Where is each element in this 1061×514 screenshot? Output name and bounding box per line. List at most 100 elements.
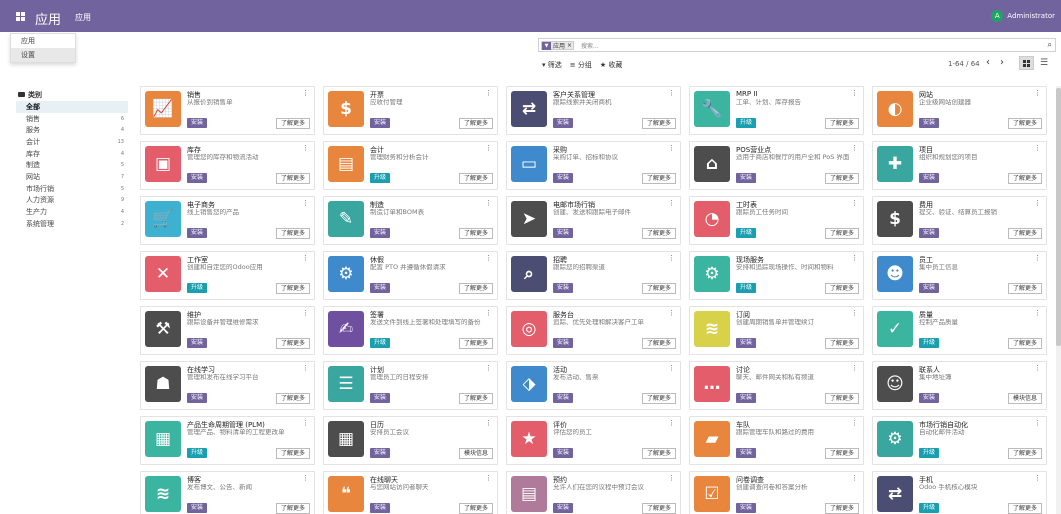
install-button[interactable]: 安装: [187, 503, 208, 513]
card-menu-icon[interactable]: ⋮: [851, 309, 858, 317]
upgrade-button[interactable]: 升级: [370, 338, 391, 348]
card-menu-icon[interactable]: ⋮: [1034, 419, 1041, 427]
menu-apps[interactable]: 应用: [75, 12, 91, 23]
learn-more-button[interactable]: 了解更多: [458, 173, 493, 184]
learn-more-button[interactable]: 了解更多: [275, 173, 310, 184]
app-card[interactable]: ▦ 产品生命周期管理 (PLM) 管理产品、物料清单的工程更改单 升级 了解更多 ⋮: [140, 416, 315, 465]
learn-more-button[interactable]: 了解更多: [275, 338, 310, 349]
learn-more-button[interactable]: 了解更多: [1007, 503, 1042, 514]
learn-more-button[interactable]: 了解更多: [458, 393, 493, 404]
app-card[interactable]: ☰ 计划 管理员工的日程安排 安装 了解更多 ⋮: [323, 361, 498, 410]
app-card[interactable]: ✕ 工作室 创建和自定您的Odoo应用 升级 了解更多 ⋮: [140, 251, 315, 300]
learn-more-button[interactable]: 了解更多: [1007, 283, 1042, 294]
app-card[interactable]: 🛒 电子商务 线上销售您的产品 安装 了解更多 ⋮: [140, 196, 315, 245]
app-card[interactable]: ⬗ 活动 发布活动、售票 安装 了解更多 ⋮: [506, 361, 681, 410]
install-button[interactable]: 安装: [553, 338, 574, 348]
favorites-button[interactable]: ★ 收藏: [600, 60, 623, 70]
learn-more-button[interactable]: 了解更多: [275, 393, 310, 404]
install-button[interactable]: 安装: [919, 283, 940, 293]
app-card[interactable]: ≋ 订阅 创建周期销售单并管理续订 安装 了解更多 ⋮: [689, 306, 864, 355]
card-menu-icon[interactable]: ⋮: [851, 89, 858, 97]
install-button[interactable]: 安装: [553, 503, 574, 513]
install-button[interactable]: 安装: [187, 338, 208, 348]
sidebar-item[interactable]: 全部: [16, 101, 128, 113]
user-menu[interactable]: A Administrator: [991, 10, 1055, 22]
card-menu-icon[interactable]: ⋮: [668, 364, 675, 372]
sidebar-item[interactable]: 服务 4: [16, 124, 128, 136]
install-button[interactable]: 安装: [919, 173, 940, 183]
app-card[interactable]: ❝ 在线聊天 与您网站访问者聊天 安装 了解更多 ⋮: [323, 471, 498, 514]
learn-more-button[interactable]: 了解更多: [641, 228, 676, 239]
card-menu-icon[interactable]: ⋮: [668, 199, 675, 207]
app-card[interactable]: ⌂ POS营业点 适用于商店和餐厅的用户全和 PoS 界面 安装 了解更多 ⋮: [689, 141, 864, 190]
app-card[interactable]: … 讨论 聊天、邮件网关和私有频道 安装 了解更多 ⋮: [689, 361, 864, 410]
sidebar-item[interactable]: 网站 7: [16, 171, 128, 183]
card-menu-icon[interactable]: ⋮: [668, 309, 675, 317]
card-menu-icon[interactable]: ⋮: [1034, 144, 1041, 152]
install-button[interactable]: 安装: [187, 173, 208, 183]
facet-remove-icon[interactable]: ×: [567, 42, 573, 49]
learn-more-button[interactable]: 了解更多: [1007, 338, 1042, 349]
card-menu-icon[interactable]: ⋮: [1034, 309, 1041, 317]
list-view-icon[interactable]: ☰: [1040, 59, 1048, 68]
install-button[interactable]: 安装: [736, 393, 757, 403]
avatar[interactable]: A: [991, 10, 1004, 22]
app-card[interactable]: ☻ 员工 集中员工信息 安装 了解更多 ⋮: [872, 251, 1047, 300]
search-bar[interactable]: ▼ 应用 × 搜索... ⌕: [538, 38, 1056, 52]
card-menu-icon[interactable]: ⋮: [485, 199, 492, 207]
install-button[interactable]: 安装: [736, 503, 757, 513]
card-menu-icon[interactable]: ⋮: [302, 254, 309, 262]
app-card[interactable]: ✚ 项目 组织和规划您的项目 安装 了解更多 ⋮: [872, 141, 1047, 190]
learn-more-button[interactable]: 了解更多: [275, 118, 310, 129]
upgrade-button[interactable]: 升级: [736, 228, 757, 238]
sidebar-item[interactable]: 人力资源 9: [16, 195, 128, 207]
upgrade-button[interactable]: 升级: [919, 448, 940, 458]
install-button[interactable]: 安装: [553, 173, 574, 183]
app-card[interactable]: ▤ 预约 允许人们在您的议程中预订会议 安装 了解更多 ⋮: [506, 471, 681, 514]
app-card[interactable]: ▰ 车队 跟踪管理车队和路过的费用 安装 了解更多 ⋮: [689, 416, 864, 465]
install-button[interactable]: 安装: [553, 228, 574, 238]
card-menu-icon[interactable]: ⋮: [1034, 474, 1041, 482]
card-menu-icon[interactable]: ⋮: [668, 144, 675, 152]
learn-more-button[interactable]: 了解更多: [458, 338, 493, 349]
app-card[interactable]: ⇄ 手机 Odoo 手机核心模块 升级 了解更多 ⋮: [872, 471, 1047, 514]
install-button[interactable]: 安装: [187, 228, 208, 238]
dropdown-item-settings[interactable]: 设置: [11, 48, 75, 62]
dropdown-item-apps[interactable]: 应用: [11, 34, 75, 48]
learn-more-button[interactable]: 了解更多: [275, 448, 310, 459]
card-menu-icon[interactable]: ⋮: [851, 144, 858, 152]
install-button[interactable]: 安装: [187, 118, 208, 128]
app-card[interactable]: ◔ 工时表 跟踪员工任务时间 升级 了解更多 ⋮: [689, 196, 864, 245]
sidebar-item[interactable]: 市场行销 5: [16, 183, 128, 195]
install-button[interactable]: 安装: [553, 448, 574, 458]
learn-more-button[interactable]: 了解更多: [824, 503, 859, 514]
learn-more-button[interactable]: 了解更多: [824, 393, 859, 404]
sidebar-item[interactable]: 生产力 4: [16, 206, 128, 218]
card-menu-icon[interactable]: ⋮: [668, 254, 675, 262]
learn-more-button[interactable]: 了解更多: [458, 118, 493, 129]
learn-more-button[interactable]: 了解更多: [641, 448, 676, 459]
card-menu-icon[interactable]: ⋮: [485, 364, 492, 372]
learn-more-button[interactable]: 模块信息: [1007, 393, 1042, 404]
app-card[interactable]: ≋ 博客 发布博文、公告、新闻 安装 了解更多 ⋮: [140, 471, 315, 514]
groupby-button[interactable]: ≡ 分组: [570, 60, 592, 70]
app-card[interactable]: ◐ 网站 企业级网站创建器 安装 了解更多 ⋮: [872, 86, 1047, 135]
app-card[interactable]: ⚒ 维护 跟踪设备并管理维修需求 安装 了解更多 ⋮: [140, 306, 315, 355]
card-menu-icon[interactable]: ⋮: [485, 89, 492, 97]
card-menu-icon[interactable]: ⋮: [302, 474, 309, 482]
card-menu-icon[interactable]: ⋮: [851, 364, 858, 372]
app-card[interactable]: ➤ 电邮市场行销 创建、发送和跟踪电子邮件 安装 了解更多 ⋮: [506, 196, 681, 245]
sidebar-item[interactable]: 会计 13: [16, 136, 128, 148]
learn-more-button[interactable]: 了解更多: [641, 283, 676, 294]
learn-more-button[interactable]: 了解更多: [641, 338, 676, 349]
upgrade-button[interactable]: 升级: [919, 503, 940, 513]
sidebar-item[interactable]: 制造 5: [16, 159, 128, 171]
user-name[interactable]: Administrator: [1007, 12, 1055, 20]
card-menu-icon[interactable]: ⋮: [485, 419, 492, 427]
search-input[interactable]: 搜索...: [581, 41, 599, 50]
card-menu-icon[interactable]: ⋮: [485, 254, 492, 262]
search-icon[interactable]: ⌕: [1048, 40, 1052, 50]
learn-more-button[interactable]: 了解更多: [824, 173, 859, 184]
card-menu-icon[interactable]: ⋮: [1034, 254, 1041, 262]
install-button[interactable]: 安装: [736, 173, 757, 183]
